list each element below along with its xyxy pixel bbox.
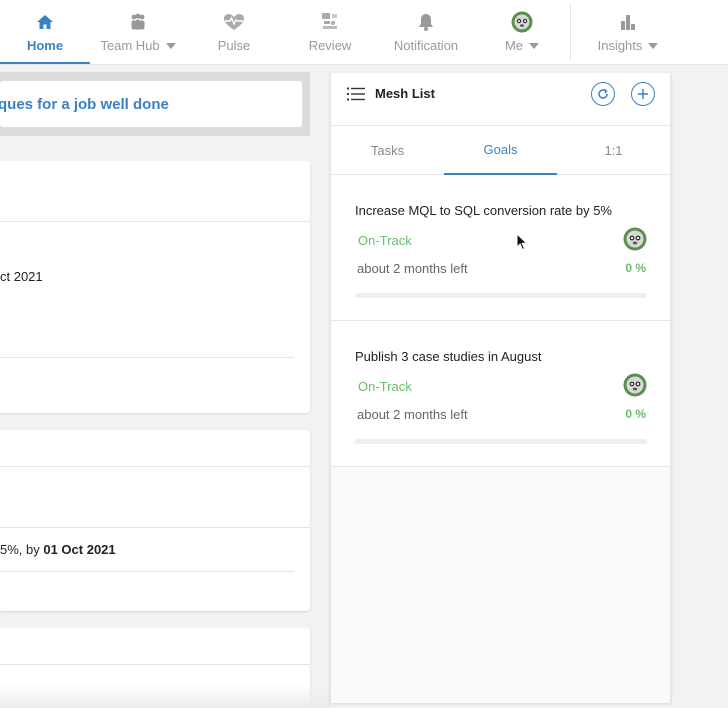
refresh-button[interactable] [591, 82, 615, 106]
nav-team-hub[interactable]: Team Hub [92, 0, 184, 64]
tab-goals[interactable]: Goals [444, 126, 557, 175]
nav-divider [570, 4, 571, 60]
kudos-banner-text: ques for a job well done [0, 95, 169, 113]
goal-time-left: about 2 months left [357, 261, 468, 276]
mesh-list-panel: Mesh List Tasks Goals 1:1 Increase MQL t… [330, 73, 671, 703]
goal-title: Increase MQL to SQL conversion rate by 5… [355, 203, 612, 218]
divider [0, 571, 294, 572]
goal-text-prefix: 5%, by [0, 542, 44, 557]
panel-header: Mesh List [331, 73, 670, 126]
home-icon [36, 12, 54, 32]
nav-pulse[interactable]: Pulse [196, 0, 272, 64]
goal-progress-percent: 0 % [625, 407, 646, 421]
nav-me-label: Me [504, 38, 524, 53]
divider [0, 527, 310, 528]
tab-tasks[interactable]: Tasks [331, 126, 444, 175]
goal-item[interactable]: Publish 3 case studies in August On-Trac… [331, 321, 670, 467]
panel-title: Mesh List [375, 86, 435, 101]
bell-icon [417, 12, 435, 32]
list-icon [347, 87, 365, 101]
divider [0, 466, 310, 467]
goal-status: On-Track [358, 233, 412, 248]
chevron-down-icon [165, 42, 176, 49]
refresh-icon [598, 88, 608, 99]
nav-home[interactable]: Home [0, 0, 90, 64]
goal-status: On-Track [358, 379, 412, 394]
panel-tabs: Tasks Goals 1:1 [331, 126, 670, 175]
nav-home-label: Home [26, 38, 64, 53]
avatar-icon [511, 11, 533, 33]
goal-progress-bar [355, 439, 647, 444]
top-navigation: Home Team Hub Pulse Review Notification … [0, 0, 728, 65]
goal-title: Publish 3 case studies in August [355, 349, 542, 364]
divider [0, 357, 294, 358]
team-icon [128, 12, 148, 32]
mouse-cursor-icon [516, 233, 528, 251]
nav-pulse-label: Pulse [217, 38, 251, 53]
bottom-fade [0, 684, 330, 708]
heart-pulse-icon [223, 12, 245, 32]
plus-icon [638, 89, 648, 99]
goal-item[interactable]: Increase MQL to SQL conversion rate by 5… [331, 175, 670, 321]
feed-card-date: ct 2021 [0, 269, 43, 284]
nav-team-hub-label: Team Hub [100, 38, 160, 53]
avatar-icon [623, 227, 647, 251]
chevron-down-icon [648, 42, 659, 49]
bar-chart-icon [619, 12, 637, 32]
tab-one-on-one[interactable]: 1:1 [557, 126, 670, 175]
feed-area: ques for a job well done ct 2021 5%, by … [0, 65, 330, 708]
goal-due-date: 01 Oct 2021 [43, 542, 116, 557]
divider [0, 664, 310, 665]
avatar-icon [623, 373, 647, 397]
review-icon [320, 12, 340, 32]
add-button[interactable] [631, 82, 655, 106]
feed-card: ct 2021 [0, 161, 310, 413]
divider [0, 221, 310, 222]
nav-notification-label: Notification [393, 38, 459, 53]
nav-notification[interactable]: Notification [386, 0, 466, 64]
goal-progress-percent: 0 % [625, 261, 646, 275]
nav-insights[interactable]: Insights [590, 0, 666, 64]
feed-card: 5%, by 01 Oct 2021 [0, 430, 310, 611]
nav-review[interactable]: Review [292, 0, 368, 64]
feed-card-goal-text: 5%, by 01 Oct 2021 [0, 542, 116, 557]
chevron-down-icon [529, 42, 540, 49]
goal-time-left: about 2 months left [357, 407, 468, 422]
kudos-banner-container: ques for a job well done [0, 72, 310, 136]
goal-progress-bar [355, 293, 647, 298]
nav-insights-label: Insights [597, 38, 643, 53]
nav-review-label: Review [308, 38, 352, 53]
kudos-banner[interactable]: ques for a job well done [0, 81, 302, 127]
nav-me[interactable]: Me [492, 0, 552, 64]
